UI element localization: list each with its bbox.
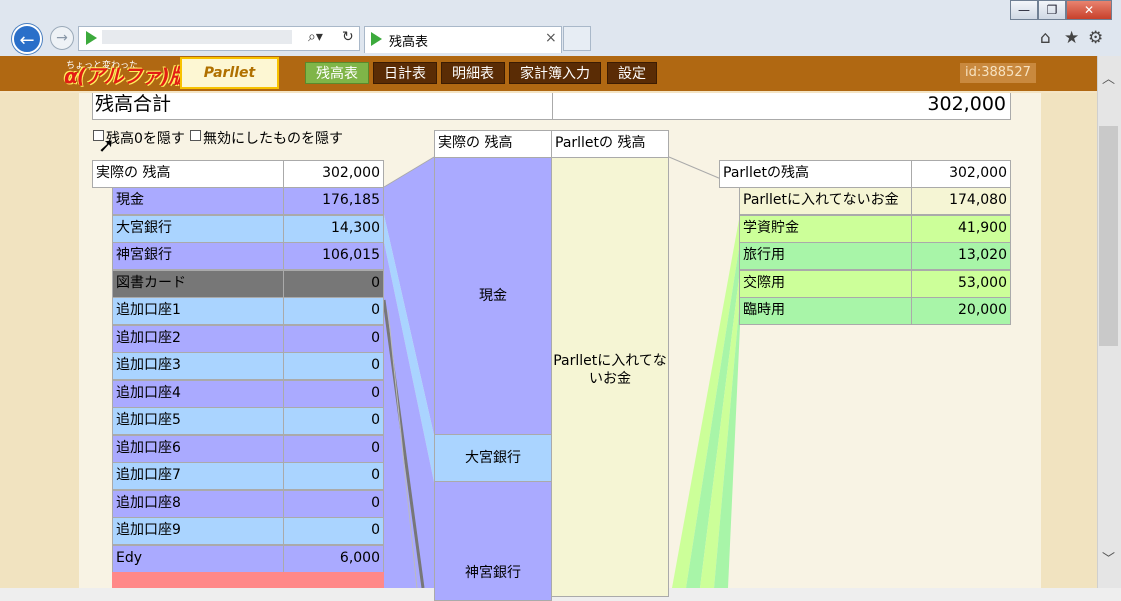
actual-row-name[interactable]: 追加口座4 — [112, 379, 284, 408]
actual-row-name[interactable]: 神宮銀行 — [112, 242, 284, 270]
middle-right-header: Parlletの 残高 — [551, 130, 669, 158]
actual-row-name[interactable]: 大宮銀行 — [112, 214, 284, 243]
actual-row-name[interactable]: 追加口座9 — [112, 517, 284, 545]
actual-row-value: 0 — [283, 324, 384, 353]
actual-row-name[interactable]: 追加口座2 — [112, 324, 284, 353]
middle-block-unallocated-wrap: Parlletに入れてないお金 — [551, 157, 669, 597]
actual-row-value: 176,185 — [283, 187, 384, 215]
actual-row-value: 0 — [283, 379, 384, 408]
actual-row-value: 0 — [283, 269, 384, 298]
scroll-down-icon[interactable]: ﹀ — [1102, 548, 1115, 567]
actual-row-value: 0 — [283, 462, 384, 490]
actual-row-value: 14,300 — [283, 214, 384, 243]
parllet-row-value: 53,000 — [911, 269, 1011, 298]
actual-row-name[interactable]: Edy — [112, 544, 284, 573]
parllet-row-name[interactable]: 臨時用 — [739, 297, 912, 325]
actual-row-partial — [112, 572, 384, 588]
actual-row-value: 0 — [283, 489, 384, 518]
actual-row-value: 0 — [283, 434, 384, 463]
actual-row-name[interactable]: 追加口座1 — [112, 297, 284, 325]
parllet-header-value: 302,000 — [911, 160, 1011, 188]
actual-header-label: 実際の 残高 — [92, 160, 284, 188]
actual-row-value: 0 — [283, 352, 384, 380]
actual-row-name[interactable]: 追加口座7 — [112, 462, 284, 490]
parllet-row-value: 13,020 — [911, 242, 1011, 270]
parllet-row-value: 174,080 — [911, 187, 1011, 215]
actual-row-name[interactable]: 追加口座3 — [112, 352, 284, 380]
actual-row-value: 0 — [283, 407, 384, 435]
middle-block-jingu: 神宮銀行 — [465, 565, 521, 581]
parllet-header-label: Parlletの残高 — [719, 160, 912, 188]
actual-header-value: 302,000 — [283, 160, 384, 188]
actual-row-value: 0 — [283, 517, 384, 545]
scrollbar-thumb[interactable] — [1099, 126, 1118, 346]
parllet-row-name[interactable]: 交際用 — [739, 269, 912, 298]
actual-row-name[interactable]: 追加口座8 — [112, 489, 284, 518]
actual-row-name[interactable]: 追加口座6 — [112, 434, 284, 463]
middle-left-header: 実際の 残高 — [434, 130, 552, 158]
parllet-row-value: 20,000 — [911, 297, 1011, 325]
parllet-row-name[interactable]: 旅行用 — [739, 242, 912, 270]
middle-block-omiya: 大宮銀行 — [434, 434, 552, 482]
actual-row-name[interactable]: 図書カード — [112, 269, 284, 298]
actual-row-name[interactable]: 現金 — [112, 187, 284, 215]
middle-block-unallocated: Parlletに入れてないお金 — [553, 353, 667, 387]
actual-row-value: 6,000 — [283, 544, 384, 573]
actual-row-name[interactable]: 追加口座5 — [112, 407, 284, 435]
scroll-up-icon[interactable]: ︿ — [1102, 68, 1115, 87]
middle-block-jingu-wrap: 神宮銀行 — [434, 481, 552, 601]
parllet-row-value: 41,900 — [911, 214, 1011, 243]
parllet-row-name[interactable]: 学資貯金 — [739, 214, 912, 243]
actual-row-value: 0 — [283, 297, 384, 325]
middle-block-cash: 現金 — [434, 157, 552, 435]
parllet-row-name[interactable]: Parlletに入れてないお金 — [739, 187, 912, 215]
actual-row-value: 106,015 — [283, 242, 384, 270]
